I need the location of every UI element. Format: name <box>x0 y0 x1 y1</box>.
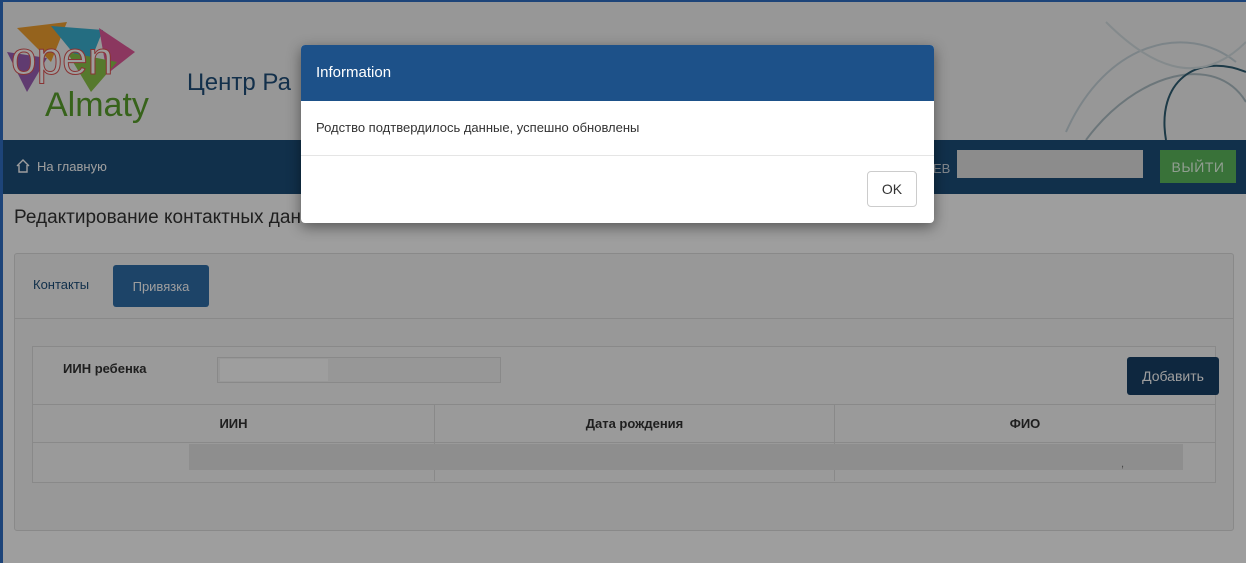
info-dialog: Information Родство подтвердилось данные… <box>301 45 934 223</box>
dialog-message: Родство подтвердилось данные, успешно об… <box>301 101 934 156</box>
ok-button[interactable]: OK <box>867 171 917 207</box>
dialog-title: Information <box>301 45 934 101</box>
